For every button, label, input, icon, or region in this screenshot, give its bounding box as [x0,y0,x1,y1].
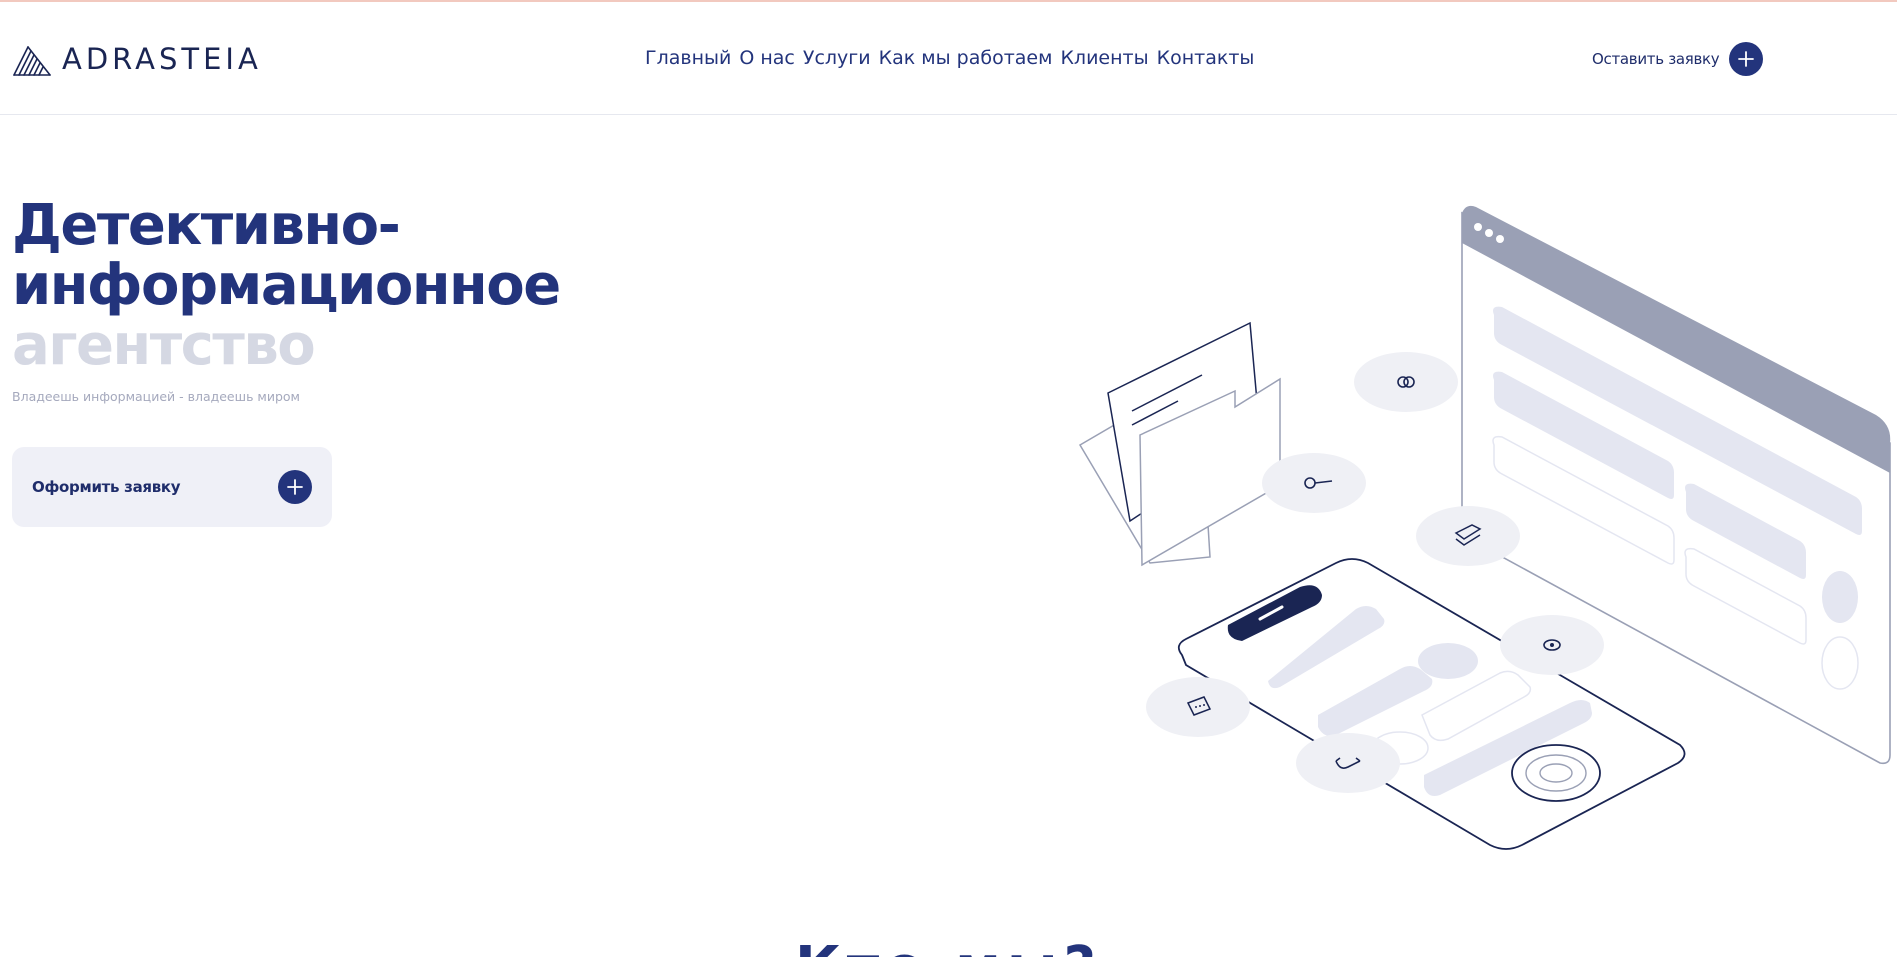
order-request-button[interactable]: Оформить заявку [12,447,332,527]
hero-tagline: Владеешь информацией - владеешь миром [12,389,300,404]
link-icon [1354,352,1458,412]
chat-icon [1146,677,1250,737]
order-request-label: Оформить заявку [32,478,181,496]
hero-illustration [1078,205,1891,850]
hero-title-line1: Детективно- [12,193,401,258]
nav-item-services[interactable]: Услуги [803,46,871,70]
eye-icon [1500,615,1604,675]
database-icon [1416,506,1520,566]
plus-icon [1729,42,1764,76]
nav-item-contacts[interactable]: Контакты [1157,46,1255,70]
brand-name: ADRASTEIA [62,42,262,76]
search-key-icon [1262,453,1366,513]
logo-icon [13,46,51,76]
header-request-button[interactable]: Оставить заявку [1592,42,1764,76]
section-heading-who-we-are: Кто мы? [0,938,1897,957]
nav-item-home[interactable]: Главный [645,46,731,70]
header-request-label: Оставить заявку [1592,50,1720,68]
hero-title-line2: информационное [12,253,561,318]
phone-call-icon [1296,733,1400,793]
logo[interactable]: ADRASTEIA [12,42,262,76]
nav-item-how-we-work[interactable]: Как мы работаем [879,46,1053,70]
plus-icon [278,470,312,504]
hero-title: Детективно- информационное агентство [12,193,561,378]
site-header: ADRASTEIA Главный О нас Услуги Как мы ра… [0,2,1897,115]
nav-item-clients[interactable]: Клиенты [1060,46,1148,70]
hero-title-line3: агентство [12,313,316,378]
folder-illustration [1078,321,1281,567]
nav-item-about[interactable]: О нас [739,46,795,70]
main-nav: Главный О нас Услуги Как мы работаем Кли… [645,46,1254,70]
